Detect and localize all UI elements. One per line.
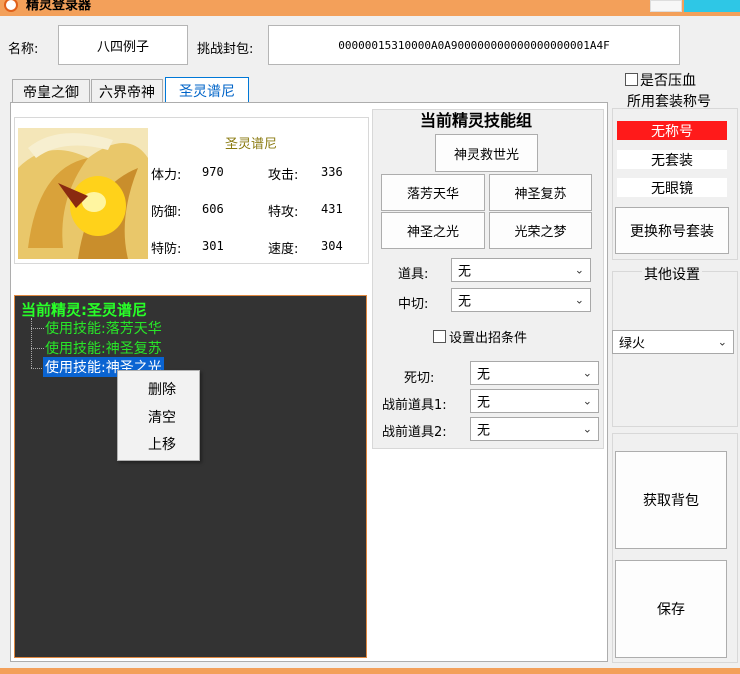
name-input[interactable]: 八四例子	[58, 25, 188, 65]
stat-label-speed: 速度:	[268, 242, 299, 257]
skill-button-3[interactable]: 神圣复苏	[489, 174, 592, 211]
chevron-down-icon: ⌄	[582, 366, 592, 380]
pet-portrait	[18, 128, 148, 259]
stat-label-def: 防御:	[151, 205, 182, 220]
fire-select[interactable]: 绿火 ⌄	[612, 330, 734, 354]
pressure-label: 是否压血	[640, 73, 696, 89]
title-badge: 无称号	[617, 121, 727, 140]
fire-select-value: 绿火	[619, 336, 646, 352]
pre-item1-label: 战前道具1:	[382, 398, 447, 413]
pre-item2-label: 战前道具2:	[382, 425, 447, 440]
stat-value-spatk: 431	[321, 202, 343, 216]
stat-value-spdef: 301	[202, 239, 224, 253]
switch-select[interactable]: 无 ⌄	[451, 288, 591, 312]
stat-value-hp: 970	[202, 165, 224, 179]
packet-input[interactable]: 00000015310000A0A900000000000000000001A4…	[268, 25, 680, 65]
death-switch-select[interactable]: 无 ⌄	[470, 361, 599, 385]
switch-label: 中切:	[398, 297, 429, 312]
tab-shengling[interactable]: 圣灵谱尼	[165, 77, 249, 103]
menu-item-move-up[interactable]: 上移	[122, 434, 202, 454]
minimize-button[interactable]	[650, 0, 682, 12]
name-label: 名称:	[8, 42, 39, 57]
chevron-down-icon: ⌄	[574, 263, 584, 277]
tab-liujie[interactable]: 六界帝神	[91, 79, 163, 103]
tree-connector	[31, 318, 32, 368]
condition-checkbox[interactable]	[433, 330, 446, 343]
tree-connector	[31, 328, 44, 329]
skills-title: 当前精灵技能组	[420, 111, 533, 130]
close-button[interactable]	[684, 0, 740, 12]
skill-button-5[interactable]: 光荣之梦	[489, 212, 592, 249]
stat-value-def: 606	[202, 202, 224, 216]
context-menu: 删除 清空 上移	[117, 370, 200, 461]
skill-button-2[interactable]: 落芳天华	[381, 174, 485, 211]
chevron-down-icon: ⌄	[574, 293, 584, 307]
window-bottom-border	[0, 668, 740, 674]
get-backpack-button[interactable]: 获取背包	[615, 451, 727, 549]
death-switch-label: 死切:	[404, 371, 435, 386]
menu-item-clear[interactable]: 清空	[122, 407, 202, 427]
switch-select-value: 无	[458, 294, 472, 310]
stat-label-spatk: 特攻:	[268, 205, 299, 220]
stat-value-speed: 304	[321, 239, 343, 253]
pet-portrait-art	[18, 128, 148, 259]
tree-item[interactable]: 使用技能:落芳天华	[45, 318, 162, 338]
condition-label: 设置出招条件	[449, 331, 528, 346]
pet-name: 圣灵谱尼	[225, 137, 278, 152]
chevron-down-icon: ⌄	[582, 422, 592, 436]
item-select-value: 无	[458, 264, 472, 280]
save-button[interactable]: 保存	[615, 560, 727, 658]
death-switch-value: 无	[477, 367, 491, 383]
skill-button-1[interactable]: 神灵救世光	[435, 134, 538, 172]
suit-badge: 无套装	[617, 150, 727, 169]
window-title: 精灵登录器	[26, 0, 92, 13]
tree-item[interactable]: 使用技能:神圣复苏	[45, 338, 162, 358]
glasses-badge: 无眼镜	[617, 178, 727, 197]
item-label: 道具:	[398, 267, 429, 282]
change-suit-button[interactable]: 更换称号套装	[615, 207, 729, 254]
stat-value-atk: 336	[321, 165, 343, 179]
skill-button-4[interactable]: 神圣之光	[381, 212, 485, 249]
stat-label-spdef: 特防:	[151, 242, 182, 257]
stat-label-hp: 体力:	[151, 168, 182, 183]
tree-root-node[interactable]: 当前精灵:圣灵谱尼	[21, 299, 147, 320]
stat-label-atk: 攻击:	[268, 168, 299, 183]
pre-item2-value: 无	[477, 423, 491, 439]
item-select[interactable]: 无 ⌄	[451, 258, 591, 282]
chevron-down-icon: ⌄	[717, 335, 727, 349]
title-bar	[0, 0, 740, 16]
pre-item1-value: 无	[477, 395, 491, 411]
pre-item1-select[interactable]: 无 ⌄	[470, 389, 599, 413]
pressure-checkbox[interactable]	[625, 73, 638, 86]
packet-label: 挑战封包:	[197, 42, 254, 57]
chevron-down-icon: ⌄	[582, 394, 592, 408]
tree-connector	[31, 348, 44, 349]
menu-item-delete[interactable]: 删除	[122, 379, 202, 399]
tab-dihuang[interactable]: 帝皇之御	[12, 79, 90, 103]
pre-item2-select[interactable]: 无 ⌄	[470, 417, 599, 441]
other-settings-title: 其他设置	[642, 264, 702, 284]
